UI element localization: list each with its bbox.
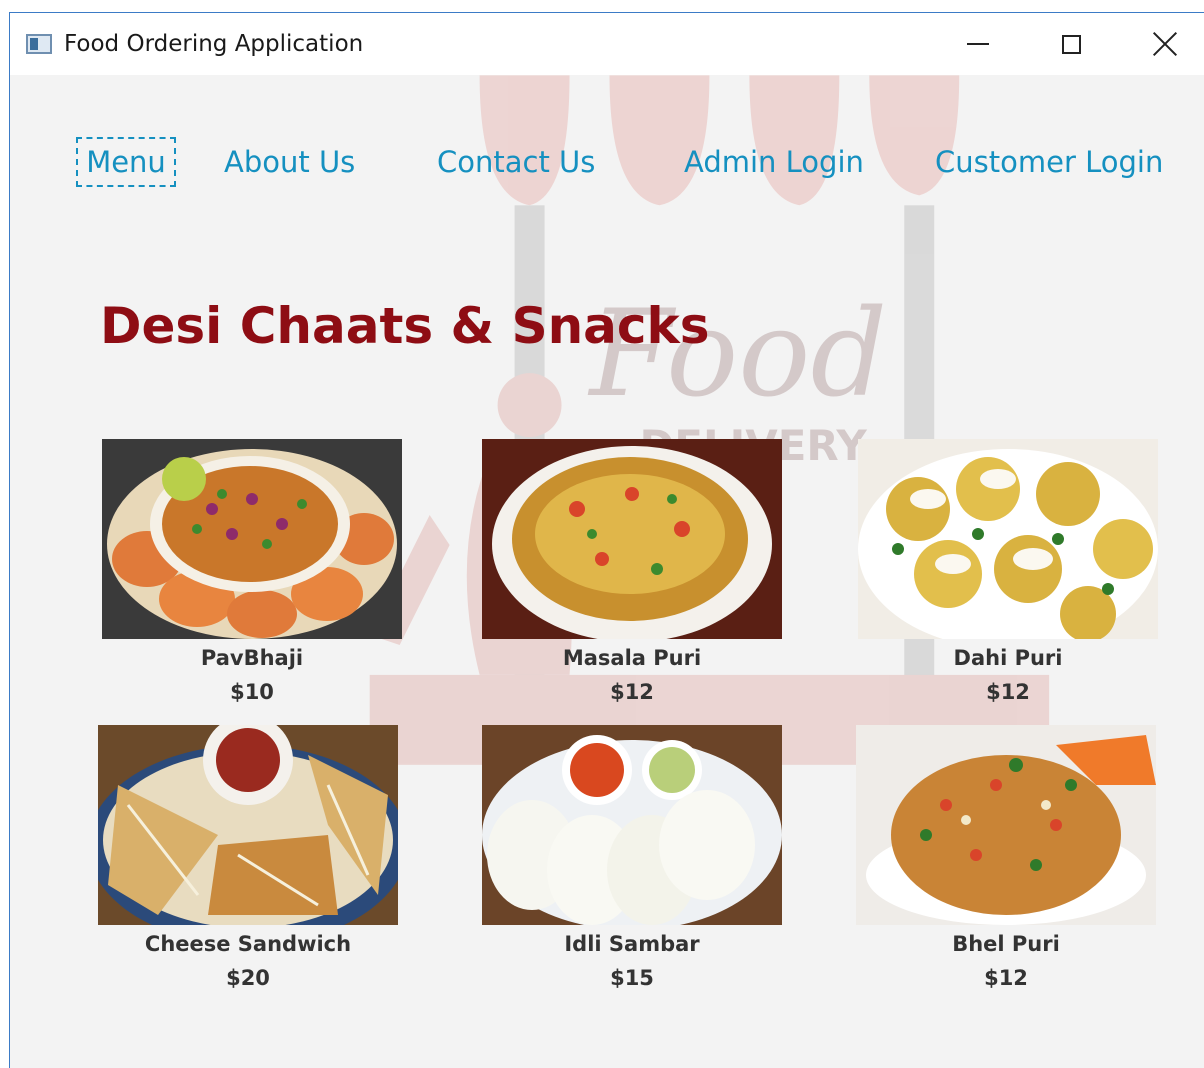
food-price: $12: [984, 966, 1028, 990]
nav-menu-link[interactable]: Menu: [76, 137, 176, 187]
food-name: Cheese Sandwich: [144, 932, 352, 956]
food-price: $10: [230, 680, 274, 704]
food-price: $20: [226, 966, 270, 990]
minimize-button[interactable]: [955, 23, 1001, 65]
maximize-icon: [1061, 34, 1081, 54]
food-card-cheese-sandwich[interactable]: Cheese Sandwich $20: [98, 725, 398, 990]
food-name: Masala Puri: [562, 646, 702, 670]
nav-contact-us-link[interactable]: Contact Us: [437, 137, 595, 187]
food-card-idli-sambar[interactable]: Idli Sambar $15: [482, 725, 782, 990]
dahi-puri-photo[interactable]: [858, 439, 1158, 639]
food-name: Dahi Puri: [953, 646, 1063, 670]
app-window: Food Ordering Application Food Menu Abou…: [9, 12, 1204, 1068]
food-name: Idli Sambar: [564, 932, 700, 956]
nav-customer-login-link[interactable]: Customer Login: [935, 137, 1163, 187]
food-price: $12: [610, 680, 654, 704]
masala-puri-photo[interactable]: [482, 439, 782, 639]
food-price: $12: [986, 680, 1030, 704]
page-heading: Desi Chaats & Snacks: [100, 297, 710, 355]
food-name: PavBhaji: [200, 646, 304, 670]
pavbhaji-photo[interactable]: [102, 439, 402, 639]
window-title: Food Ordering Application: [64, 31, 364, 57]
food-card-masala-puri[interactable]: Masala Puri $12: [482, 439, 782, 704]
idli-sambar-photo[interactable]: [482, 725, 782, 925]
main-content: Food DELIVERY Menu About Us Contact Us A…: [10, 75, 1204, 1068]
food-price: $15: [610, 966, 654, 990]
app-window-icon: [26, 34, 52, 54]
food-card-pavbhaji[interactable]: PavBhaji $10: [102, 439, 402, 704]
food-card-dahi-puri[interactable]: Dahi Puri $12: [858, 439, 1158, 704]
food-card-bhel-puri[interactable]: Bhel Puri $12: [856, 725, 1156, 990]
food-name: Bhel Puri: [952, 932, 1060, 956]
close-button[interactable]: [1142, 23, 1188, 65]
nav-about-us-link[interactable]: About Us: [224, 137, 355, 187]
title-bar[interactable]: Food Ordering Application: [10, 13, 1204, 75]
minimize-icon: [967, 43, 989, 45]
close-icon: [1153, 32, 1177, 56]
maximize-button[interactable]: [1048, 23, 1094, 65]
nav-admin-login-link[interactable]: Admin Login: [684, 137, 864, 187]
cheese-sandwich-photo[interactable]: [98, 725, 398, 925]
bhel-puri-photo[interactable]: [856, 725, 1156, 925]
